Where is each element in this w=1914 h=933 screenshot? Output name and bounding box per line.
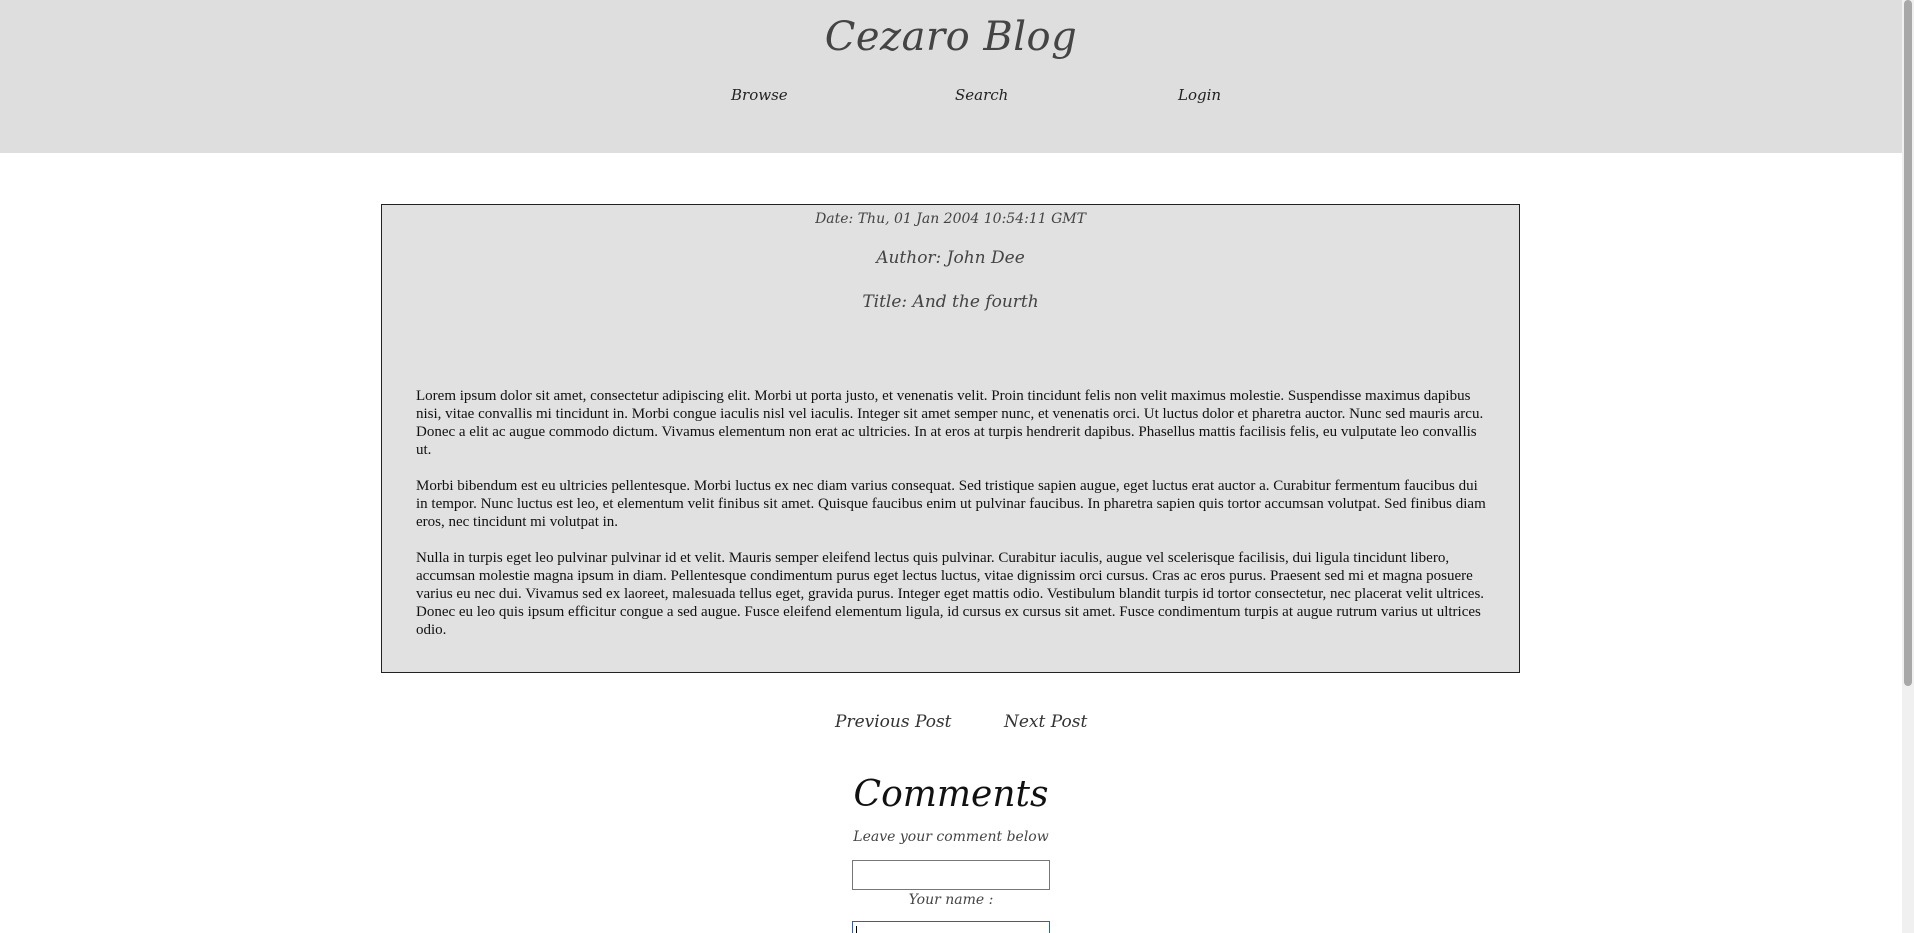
page: Cezaro Blog Browse Search Login Date: Th… bbox=[0, 0, 1902, 933]
nav-search-link[interactable]: Search bbox=[955, 86, 1008, 104]
post-navigation: Previous Post Next Post bbox=[0, 712, 1902, 736]
comments-heading: Comments bbox=[853, 774, 1049, 815]
nav-browse-link[interactable]: Browse bbox=[731, 86, 788, 104]
post-paragraph: Morbi bibendum est eu ultricies pellente… bbox=[416, 478, 1486, 530]
site-header: Cezaro Blog Browse Search Login bbox=[0, 0, 1902, 153]
your-name-label: Your name : bbox=[908, 892, 994, 908]
post-paragraph: Nulla in turpis eget leo pulvinar pulvin… bbox=[416, 550, 1485, 638]
vertical-scrollbar[interactable] bbox=[1902, 0, 1914, 933]
post-body: Lorem ipsum dolor sit amet, consectetur … bbox=[416, 387, 1490, 657]
post-card: Date: Thu, 01 Jan 2004 10:54:11 GMT Auth… bbox=[381, 204, 1520, 673]
comments-subheading: Leave your comment below bbox=[853, 829, 1049, 845]
post-author: Author: John Dee bbox=[876, 248, 1025, 268]
next-post-link[interactable]: Next Post bbox=[1004, 712, 1087, 732]
text-caret bbox=[856, 926, 857, 933]
name-input[interactable] bbox=[852, 921, 1050, 933]
previous-post-link[interactable]: Previous Post bbox=[835, 712, 952, 732]
post-date: Date: Thu, 01 Jan 2004 10:54:11 GMT bbox=[815, 211, 1086, 227]
post-paragraph: Lorem ipsum dolor sit amet, consectetur … bbox=[416, 388, 1484, 458]
site-title: Cezaro Blog bbox=[824, 14, 1078, 60]
post-title: Title: And the fourth bbox=[862, 292, 1039, 312]
comment-input[interactable] bbox=[852, 860, 1050, 890]
nav-login-link[interactable]: Login bbox=[1178, 86, 1221, 104]
main-nav: Browse Search Login bbox=[0, 86, 1902, 110]
scrollbar-thumb[interactable] bbox=[1904, 0, 1912, 686]
